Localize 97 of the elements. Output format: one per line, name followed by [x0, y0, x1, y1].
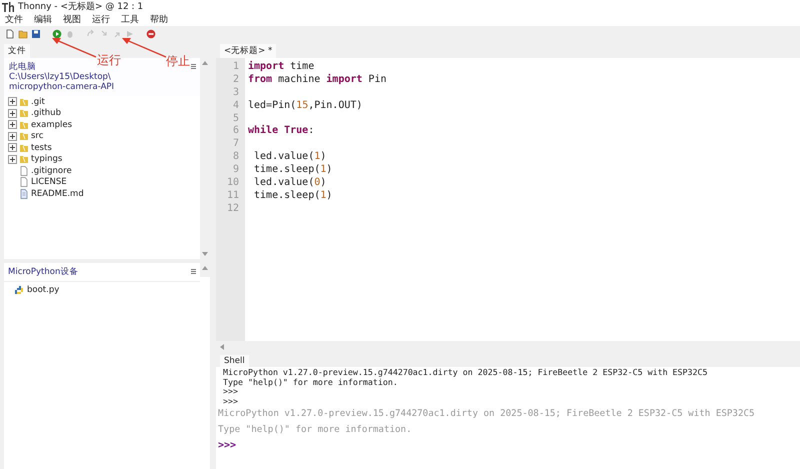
line-number: 12 — [226, 202, 239, 216]
code-token: : — [308, 125, 314, 136]
file-name[interactable]: .git — [31, 96, 45, 107]
save-icon[interactable] — [31, 28, 41, 38]
code-token: ) — [320, 177, 326, 188]
file-icon — [19, 166, 29, 176]
scroll-left-icon[interactable] — [220, 344, 224, 350]
expand-icon[interactable] — [8, 108, 17, 118]
menu-item[interactable]: 工具 — [121, 13, 139, 26]
code-token: led.value( — [253, 177, 314, 188]
code-token: 1 — [320, 190, 326, 201]
window-title: Thonny - <无标题> @ 12 : 1 — [18, 0, 144, 13]
code-token: time — [289, 61, 314, 72]
expand-icon[interactable] — [8, 132, 17, 141]
annotation-label: 运行 — [97, 53, 121, 67]
menu-item[interactable]: 视图 — [63, 13, 81, 26]
code-token: import — [326, 74, 362, 85]
shell-line: >>> — [222, 396, 239, 406]
code-token: led=Pin( — [248, 100, 296, 111]
file-name[interactable]: boot.py — [27, 284, 60, 295]
file-name[interactable]: typings — [31, 154, 62, 164]
menu-item[interactable]: 帮助 — [150, 13, 168, 26]
file-name[interactable]: examples — [31, 120, 72, 130]
file-name[interactable]: .gitignore — [31, 166, 72, 176]
file-icon — [19, 177, 29, 188]
annotation-arrow — [121, 36, 168, 58]
code-token: Pin — [367, 74, 386, 85]
expand-icon[interactable] — [8, 97, 17, 106]
folder-icon — [19, 142, 29, 153]
file-name[interactable]: tests — [31, 142, 52, 153]
line-number: 5 — [232, 112, 239, 126]
line-number: 1 — [232, 61, 239, 74]
code-token: from — [248, 74, 272, 85]
code-token: 1 — [320, 164, 326, 176]
line-number: 8 — [232, 151, 239, 164]
line-number: 3 — [232, 86, 239, 100]
scroll-up-icon[interactable] — [202, 61, 208, 65]
file-name[interactable]: LICENSE — [31, 177, 67, 188]
line-number: 11 — [226, 190, 239, 203]
folder-icon — [19, 131, 29, 142]
path-link[interactable]: C:\Users\lzy15\Desktop\ — [9, 72, 195, 82]
code-token: ) — [320, 151, 326, 162]
code-token: time.sleep( — [253, 190, 320, 201]
expand-icon[interactable] — [8, 143, 17, 152]
line-number: 9 — [232, 164, 239, 178]
scroll-up-icon[interactable] — [202, 266, 208, 270]
path-link[interactable]: micropython-camera-API — [9, 82, 195, 92]
file-name[interactable]: src — [31, 131, 44, 142]
folder-icon — [19, 96, 29, 107]
code-token: while True — [248, 125, 308, 136]
code-token: ) — [326, 164, 332, 176]
editor-tab[interactable]: <无标题> * — [220, 44, 276, 58]
python-file-icon — [14, 284, 24, 295]
open-folder-icon[interactable] — [18, 28, 28, 38]
menu-item[interactable]: 运行 — [92, 13, 110, 26]
line-number: 10 — [226, 177, 239, 190]
shell-line: >>> — [218, 439, 238, 453]
panel-menu-icon[interactable] — [191, 64, 196, 69]
code-token: 0 — [314, 177, 320, 188]
run-icon[interactable] — [52, 28, 62, 38]
line-number: 4 — [232, 100, 239, 113]
new-file-icon[interactable] — [5, 28, 15, 38]
expand-icon[interactable] — [8, 120, 17, 130]
code-token: import — [248, 61, 284, 72]
annotation-label: 停止 — [166, 54, 190, 68]
line-number: 6 — [232, 125, 239, 138]
code-token: machine — [277, 74, 322, 85]
line-number: 2 — [232, 74, 239, 87]
shell-line: Type "help()" for more information. — [218, 423, 413, 437]
code-token: ,Pin.OUT) — [308, 100, 362, 111]
shell-line: MicroPython v1.27.0-preview.15.g744270ac1.dirty on 2025-08-15; FireBeetle 2 ESP32-C5 with ESP32C5 — [218, 407, 756, 421]
expand-icon[interactable] — [8, 154, 17, 164]
code-token: 1 — [314, 151, 320, 162]
document-icon — [19, 188, 29, 199]
code-token: 15 — [296, 100, 308, 111]
device-panel-title: MicroPython设备 — [8, 267, 78, 277]
folder-icon — [19, 120, 29, 130]
code-token: led.value( — [253, 151, 314, 162]
shell-tab[interactable]: Shell — [220, 355, 249, 367]
stop-icon[interactable] — [146, 28, 156, 38]
files-tab[interactable]: 文件 — [4, 44, 30, 58]
annotation-arrow — [51, 36, 98, 58]
folder-icon — [19, 108, 29, 118]
folder-icon — [19, 154, 29, 164]
code-token: ) — [326, 190, 332, 201]
menu-item[interactable]: 文件 — [5, 13, 23, 26]
app-logo-icon — [2, 2, 14, 12]
line-number: 7 — [232, 138, 239, 152]
file-name[interactable]: .github — [31, 108, 61, 118]
panel-menu-icon[interactable] — [191, 269, 196, 274]
file-name[interactable]: README.md — [31, 188, 84, 199]
code-token: time.sleep( — [253, 164, 320, 176]
scroll-down-icon[interactable] — [202, 252, 208, 256]
menu-item[interactable]: 编辑 — [34, 13, 52, 26]
shell-line: Type "help()" for more information. — [222, 378, 398, 387]
shell-line: >>> — [222, 387, 238, 396]
shell-line: MicroPython v1.27.0-preview.15.g744270ac1.dirty on 2025-08-15; FireBeetle 2 ESP32-C5 with ESP32C5 — [222, 368, 709, 378]
